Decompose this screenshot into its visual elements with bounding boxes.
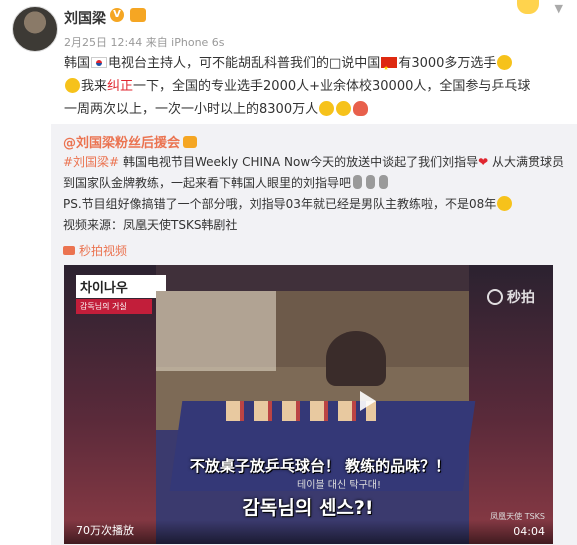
post-text: 韩国 电视台主持人，可不能胡乱科普我们的□说中国 有3000多万选手 我来纠正一下，… [64,52,569,121]
avatar[interactable] [12,6,58,52]
highlight-text: 纠正 [107,79,134,94]
surprised-emoji-icon [497,55,513,70]
video-icon [63,246,75,255]
repost-text-segment: 从大满贯球员 [488,155,565,169]
post-line-1: 韩国 电视台主持人，可不能胡乱科普我们的□说中国 有3000多万选手 [64,52,569,80]
decoration-banner [417,0,577,22]
video-player[interactable]: 차이나우 감독님의 거실 不放桌子放乒乓球台！ 教练的品味？！ 테이블 대신 탁… [64,265,553,544]
video-link-label[interactable]: 秒拍视频 [79,244,127,258]
play-count: 70万次播放 [76,524,134,537]
repost-line-3: PS.节目组好像搞错了一个部分哦，刘指导03年就已经是男队主教练啦，不是08年 [63,194,569,215]
verified-icon: V [110,8,124,22]
repost-text-segment: PS.节目组好像搞错了一个部分哦，刘指导03年就已经是男队主教练啦，不是08年 [63,197,497,211]
repost-line-4: 视频来源：凤凰天使TSKS韩剧社 [63,218,238,232]
crown-icon [130,8,146,22]
cry-emoji-icon [336,101,352,116]
microphone-icon [353,175,363,189]
microphone-icon [379,175,389,189]
scene-person [326,331,386,386]
show-logo-subtitle: 감독님의 거실 [76,299,152,314]
video-duration: 04:04 [513,525,545,538]
watermark: 秒拍 [487,287,535,307]
post-text-segment: 有3000多万选手 [398,56,497,71]
heart-icon: ❤ [478,155,489,169]
post-meta: 2月25日 12:44 来自 iPhone 6s [64,36,225,49]
video-link[interactable]: 秒拍视频 [63,242,127,259]
repost-author-name[interactable]: @刘国梁粉丝后援会 [63,136,180,151]
tongue-emoji-icon [65,78,80,93]
china-flag-icon [381,57,398,80]
grin-emoji-icon [319,101,335,116]
scene-window [156,291,276,371]
microphone-icon [366,175,376,189]
watermark-text: 秒拍 [507,290,535,306]
subtitle-korean-small: 테이블 대신 탁구대! [297,480,381,491]
subtitle-korean: 감독님의 센스?! [242,497,374,519]
post-text-segment: 一下，全国的专业选手2000人+业余体校30000人，全国参与乒乓球 [133,79,531,94]
korea-flag-icon [91,57,108,68]
repost-line-1: #刘国梁# 韩国电视节目Weekly CHINA Now今天的放送中谈起了我们刘… [63,152,569,173]
post-text-segment: 电视台主持人，可不能胡乱科普我们的□说中国 [108,56,381,71]
play-icon[interactable] [360,391,376,411]
author-name[interactable]: 刘国梁 [64,8,106,28]
hashtag-link[interactable]: #刘国梁# [63,155,119,169]
balloon-emoji-icon [353,101,369,116]
crown-icon [183,136,198,148]
watermark-logo-icon [487,289,503,305]
scene-rackets [226,401,376,421]
repost-text-segment: 到国家队金牌教练，一起来看下韩国人眼里的刘指导吧 [63,176,352,190]
subtitle-chinese: 不放桌子放乒乓球台！ 教练的品味？！ [189,457,451,475]
laugh-emoji-icon [497,196,513,211]
video-control-bar [64,520,553,544]
post-line-2: 我来纠正一下，全国的专业选手2000人+业余体校30000人，全国参与乒乓球 [64,75,569,98]
repost-line-2: 到国家队金牌教练，一起来看下韩国人眼里的刘指导吧 [63,173,569,194]
post-line-3: 一周两次以上，一次一小时以上的8300万人 [64,98,569,121]
post-text-segment: 我来 [81,79,108,94]
post-text-segment: 韩国 [64,56,91,71]
repost-text-segment: 韩国电视节目Weekly CHINA Now今天的放送中谈起了我们刘指导 [119,155,479,169]
repost-author[interactable]: @刘国梁粉丝后援会 [63,132,198,151]
post-text-segment: 一周两次以上，一次一小时以上的8300万人 [64,102,319,117]
repost-text: #刘国梁# 韩国电视节目Weekly CHINA Now今天的放送中谈起了我们刘… [63,152,569,236]
show-logo-title: 차이나우 [76,275,166,298]
show-logo: 차이나우 감독님의 거실 [76,275,166,321]
chevron-down-icon[interactable]: ▼ [555,2,563,15]
